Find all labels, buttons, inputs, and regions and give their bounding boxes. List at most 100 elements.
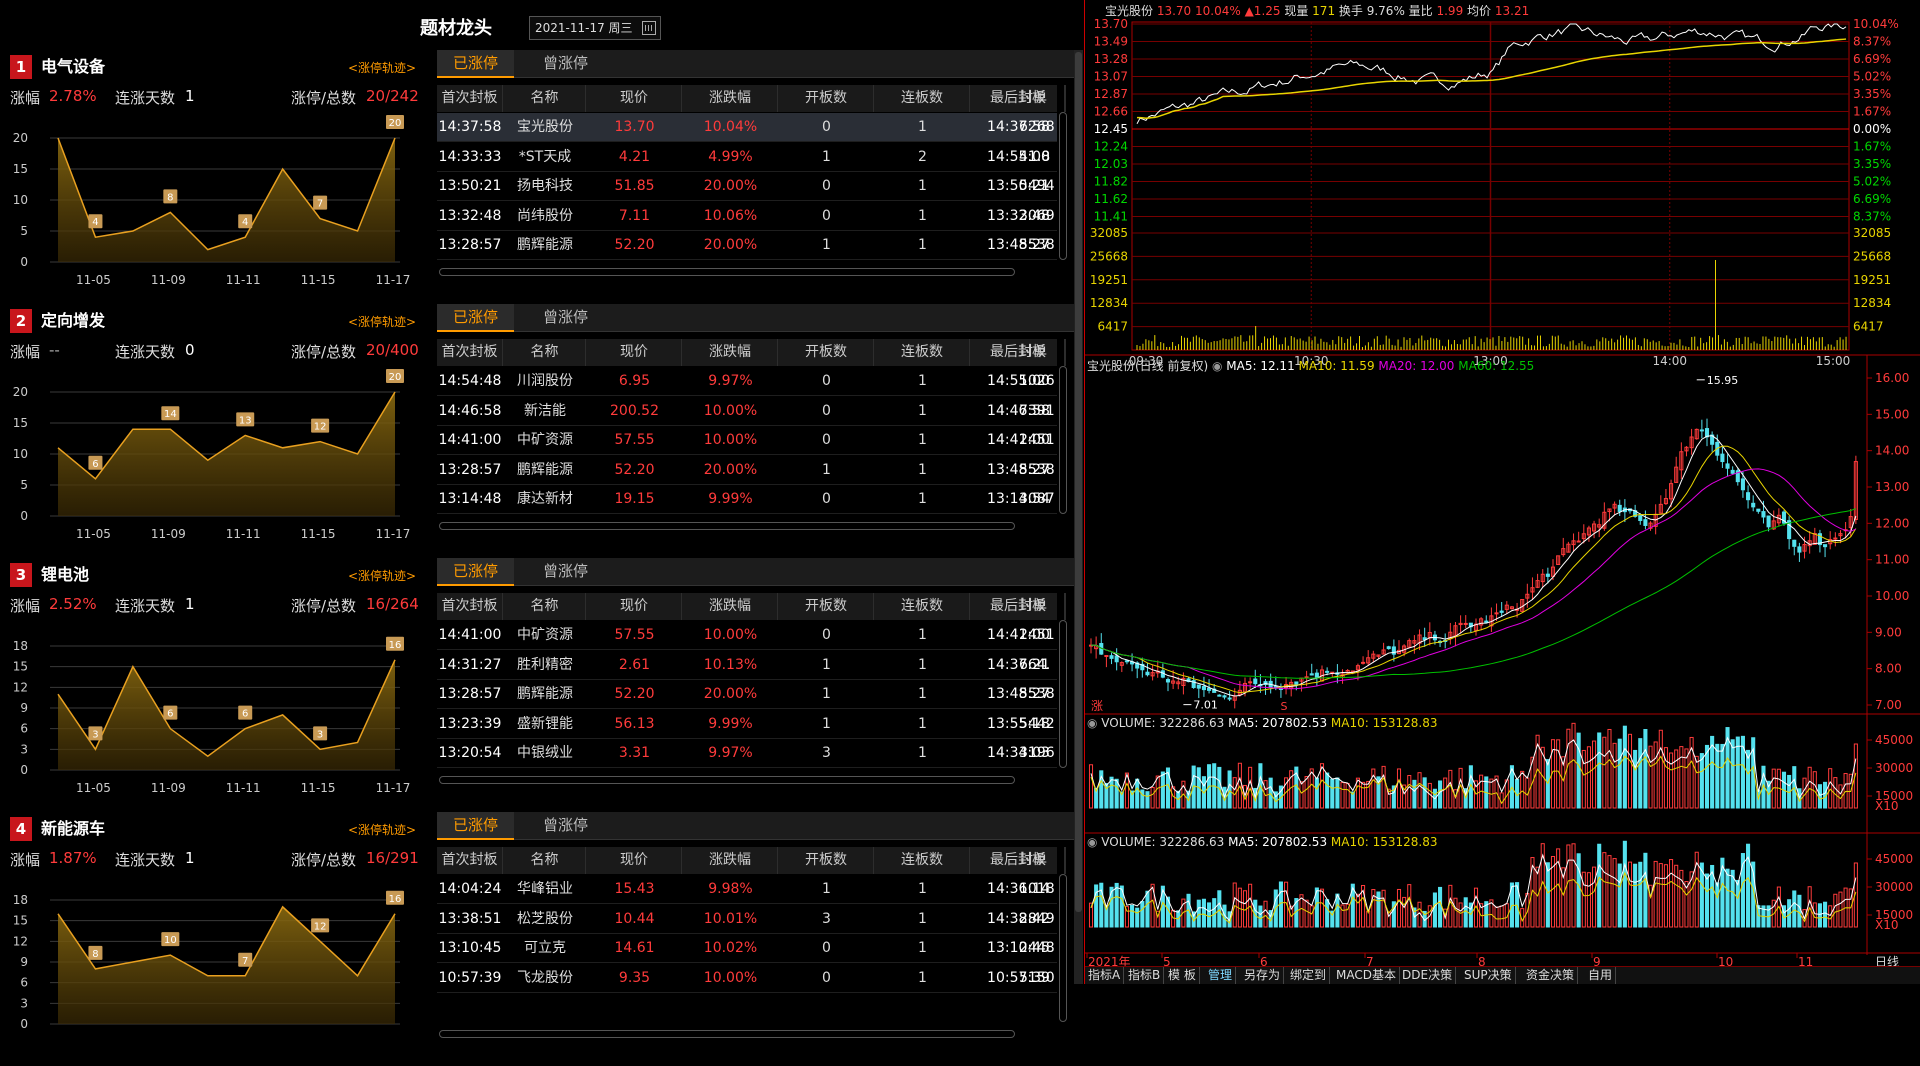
- section-name[interactable]: 新能源车: [41, 817, 105, 841]
- table-hscroll[interactable]: [439, 268, 1015, 276]
- column-header[interactable]: 封单: [1015, 85, 1065, 112]
- indicator-tab[interactable]: 指标A: [1085, 967, 1125, 984]
- stock-charts[interactable]: 宝光股份 13.70 10.04% ▲1.25 现量 171 换手 9.76% …: [1085, 0, 1920, 966]
- date-picker[interactable]: 2021-11-17 周三: [529, 16, 661, 40]
- column-header[interactable]: 名称: [504, 847, 586, 874]
- table-row[interactable]: 13:28:57 鹏辉能源 52.20 20.00% 1 1 13:48:27 5538: [437, 456, 1057, 485]
- column-header[interactable]: 涨跌幅: [683, 339, 778, 366]
- column-header[interactable]: 开板数: [779, 847, 874, 874]
- indicator-tab[interactable]: 资金决策: [1523, 967, 1579, 984]
- table-hscroll[interactable]: [439, 776, 1015, 784]
- scrollbar-thumb[interactable]: [1075, 52, 1082, 912]
- column-header[interactable]: 首次封板: [437, 85, 503, 112]
- table-row[interactable]: 14:31:27 胜利精密 2.61 10.13% 1 1 14:37:21 664.: [437, 651, 1057, 680]
- column-header[interactable]: 名称: [504, 85, 586, 112]
- column-header[interactable]: 开板数: [779, 85, 874, 112]
- days-value: 0: [185, 341, 195, 359]
- tab-limit-up-done[interactable]: 已涨停: [437, 558, 515, 586]
- tab-limit-up-once[interactable]: 曾涨停: [527, 812, 604, 840]
- column-header[interactable]: 首次封板: [437, 847, 503, 874]
- table-tabs: 已涨停 曾涨停: [437, 812, 1077, 840]
- tab-limit-up-once[interactable]: 曾涨停: [527, 50, 604, 78]
- table-row[interactable]: 13:50:21 扬电科技 51.85 20.00% 0 1 13:50:21 5494: [437, 172, 1057, 201]
- table-hscroll[interactable]: [439, 522, 1015, 530]
- limit-up-track-link[interactable]: <涨停轨迹>: [348, 313, 416, 330]
- header-part: MA60: 12.55: [1458, 359, 1534, 373]
- limit-up-track-link[interactable]: <涨停轨迹>: [348, 567, 416, 584]
- column-header[interactable]: 封单: [1015, 593, 1065, 620]
- column-header[interactable]: 开板数: [779, 593, 874, 620]
- column-header[interactable]: 涨跌幅: [683, 847, 778, 874]
- table-row[interactable]: 10:57:39 飞龙股份 9.35 10.00% 0 1 10:57:39 5150: [437, 964, 1057, 993]
- tab-limit-up-done[interactable]: 已涨停: [437, 50, 515, 78]
- table-vscroll[interactable]: [1059, 620, 1067, 768]
- table-vscroll[interactable]: [1059, 366, 1067, 514]
- tab-limit-up-once[interactable]: 曾涨停: [527, 558, 604, 586]
- limit-up-track-link[interactable]: <涨停轨迹>: [348, 821, 416, 838]
- table-row[interactable]: 14:37:58 宝光股份 13.70 10.04% 0 1 14:37:58 6268: [437, 113, 1057, 142]
- table-row[interactable]: 13:38:51 松芝股份 10.44 10.01% 3 1 14:38:42 2849: [437, 905, 1057, 934]
- table-row[interactable]: 13:28:57 鹏辉能源 52.20 20.00% 1 1 13:48:27 5538: [437, 231, 1057, 260]
- table-hscroll[interactable]: [439, 1030, 1015, 1038]
- volume-bar: [1566, 844, 1571, 928]
- column-header[interactable]: 开板数: [779, 339, 874, 366]
- indicator-tab[interactable]: MACD基本: [1333, 967, 1400, 984]
- x-tick-label: 11-15: [301, 781, 336, 795]
- volume-tick: 32085: [1090, 226, 1128, 240]
- tab-limit-up-done[interactable]: 已涨停: [437, 812, 515, 840]
- table-row[interactable]: 14:54:48 川润股份 6.95 9.97% 0 1 14:55:00 1026: [437, 367, 1057, 396]
- column-header[interactable]: 连板数: [875, 85, 970, 112]
- table-row[interactable]: 13:28:57 鹏辉能源 52.20 20.00% 1 1 13:48:27 5538: [437, 680, 1057, 709]
- indicator-tab[interactable]: SUP决策: [1461, 967, 1516, 984]
- column-header[interactable]: 封单: [1015, 847, 1065, 874]
- indicator-tab[interactable]: DDE决策: [1399, 967, 1457, 984]
- table-row[interactable]: 14:46:58 新洁能 200.52 10.00% 0 1 14:46:58 7391: [437, 397, 1057, 426]
- column-header[interactable]: 涨跌幅: [683, 85, 778, 112]
- panel-scrollbar[interactable]: [1074, 50, 1083, 984]
- table-row[interactable]: 13:32:48 尚纬股份 7.11 10.06% 0 1 13:32:48 3069: [437, 202, 1057, 231]
- table-row[interactable]: 13:14:48 康达新材 19.15 9.99% 0 1 13:14:54 3087: [437, 485, 1057, 514]
- section-name[interactable]: 电气设备: [41, 55, 105, 79]
- table-row[interactable]: 14:41:00 中矿资源 57.55 10.00% 0 1 14:41:00 2451: [437, 621, 1057, 650]
- table-row[interactable]: 13:10:45 可立克 14.61 10.02% 0 1 13:10:45 2448: [437, 934, 1057, 963]
- column-header[interactable]: 名称: [504, 339, 586, 366]
- header-part: 现量: [1281, 4, 1309, 18]
- indicator-tab[interactable]: 管理: [1205, 967, 1237, 984]
- tab-limit-up-once[interactable]: 曾涨停: [527, 304, 604, 332]
- column-header[interactable]: 连板数: [875, 593, 970, 620]
- column-header[interactable]: 封单: [1015, 339, 1065, 366]
- column-header[interactable]: 连板数: [875, 339, 970, 366]
- column-header[interactable]: 现价: [587, 593, 682, 620]
- column-header[interactable]: 连板数: [875, 847, 970, 874]
- section-name[interactable]: 锂电池: [41, 563, 89, 587]
- volume-bar: [1571, 722, 1576, 809]
- column-header[interactable]: 涨跌幅: [683, 593, 778, 620]
- data-label: 7: [242, 956, 248, 967]
- column-header[interactable]: 首次封板: [437, 339, 503, 366]
- tab-limit-up-done[interactable]: 已涨停: [437, 304, 515, 332]
- price-tick: 13.07: [1094, 70, 1128, 84]
- column-header[interactable]: 首次封板: [437, 593, 503, 620]
- section-name[interactable]: 定向增发: [41, 309, 105, 333]
- calendar-icon[interactable]: [642, 21, 656, 35]
- table-vscroll[interactable]: [1059, 874, 1067, 1022]
- table-row[interactable]: 14:04:24 华峰铝业 15.43 9.98% 1 1 14:36:14 1018: [437, 875, 1057, 904]
- current-price: 52.20: [614, 461, 655, 478]
- column-header[interactable]: 现价: [587, 847, 682, 874]
- table-row[interactable]: 14:33:33 *ST天成 4.21 4.99% 1 2 14:55:00 41.8: [437, 143, 1057, 172]
- indicator-tab[interactable]: 自用: [1585, 967, 1617, 984]
- change-pct: 20.00%: [703, 237, 758, 253]
- indicator-tab[interactable]: 指标B: [1125, 967, 1165, 984]
- column-header[interactable]: 现价: [587, 339, 682, 366]
- indicator-tab[interactable]: 另存为: [1241, 967, 1285, 984]
- indicator-tab[interactable]: 绑定到: [1287, 967, 1331, 984]
- volume-bar: [1643, 729, 1648, 809]
- column-header[interactable]: 现价: [587, 85, 682, 112]
- table-row[interactable]: 13:23:39 盛新锂能 56.13 9.99% 1 1 13:55:18 5442: [437, 710, 1057, 739]
- indicator-tab[interactable]: 模 板: [1165, 967, 1200, 984]
- limit-up-track-link[interactable]: <涨停轨迹>: [348, 59, 416, 76]
- table-vscroll[interactable]: [1059, 112, 1067, 260]
- column-header[interactable]: 名称: [504, 593, 586, 620]
- table-row[interactable]: 14:41:00 中矿资源 57.55 10.00% 0 1 14:41:00 2451: [437, 426, 1057, 455]
- table-row[interactable]: 13:20:54 中银绒业 3.31 9.97% 3 1 14:34:03 3196: [437, 739, 1057, 768]
